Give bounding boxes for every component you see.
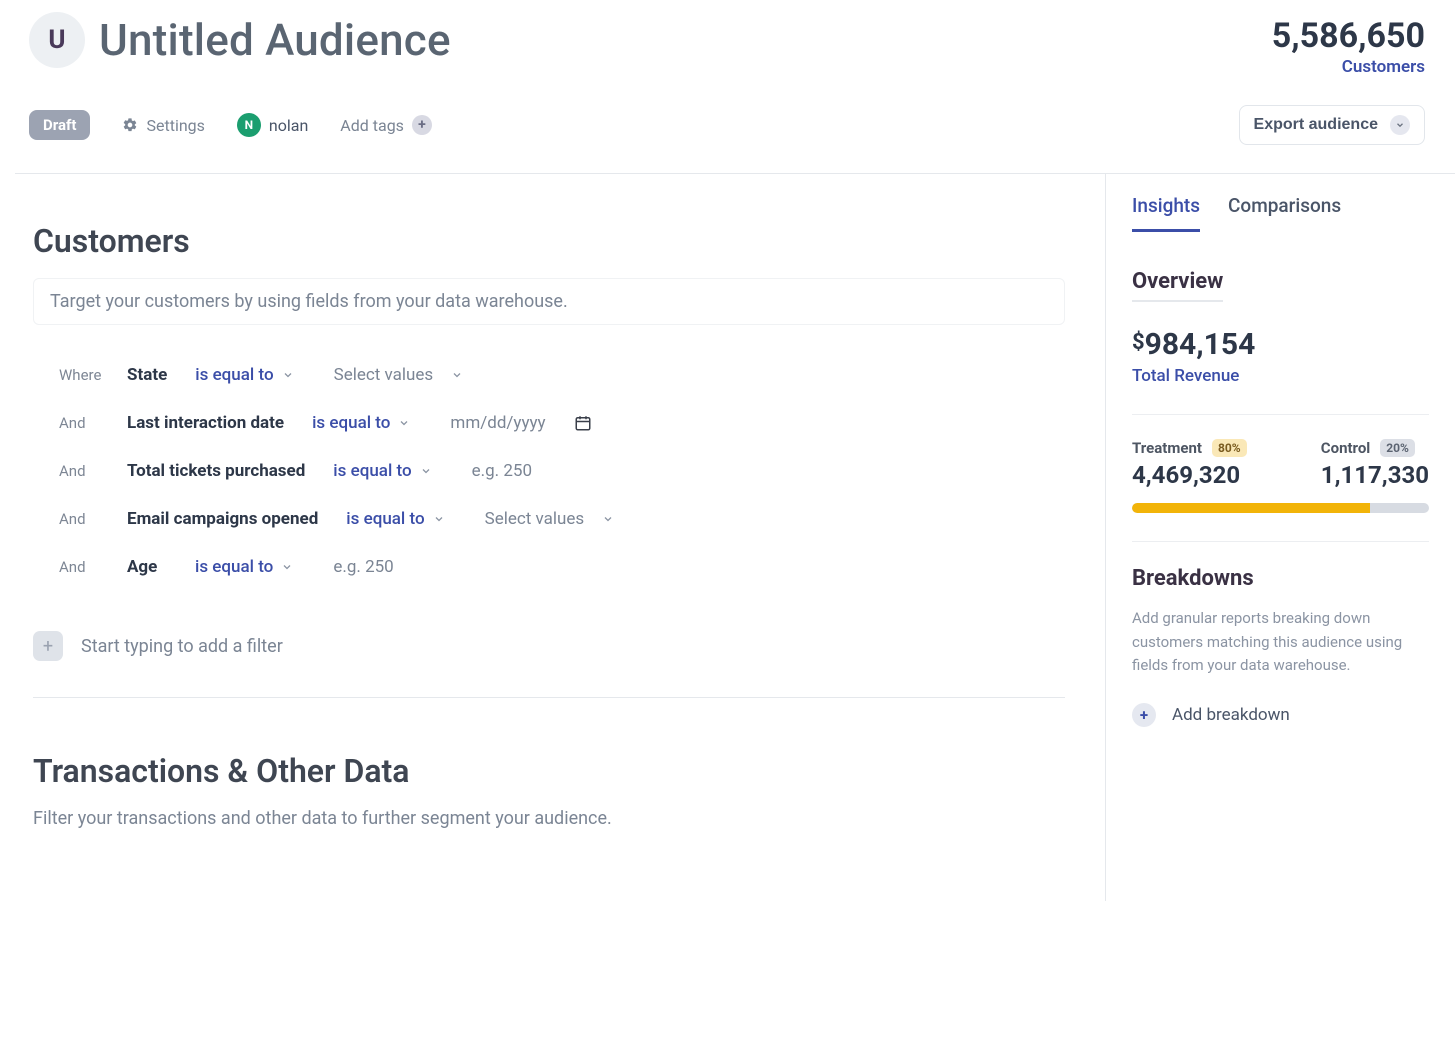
gear-icon bbox=[122, 117, 138, 133]
plus-icon: + bbox=[412, 115, 432, 135]
overview-heading: Overview bbox=[1132, 269, 1223, 302]
customers-section-title: Customers bbox=[33, 222, 1065, 260]
avatar: N bbox=[237, 113, 261, 137]
add-breakdown-label: Add breakdown bbox=[1172, 705, 1290, 725]
transactions-description: Filter your transactions and other data … bbox=[33, 808, 1065, 829]
filter-row: And Last interaction date is equal to mm/dd… bbox=[59, 399, 1065, 447]
divider bbox=[1132, 414, 1429, 415]
owner-name: nolan bbox=[269, 116, 308, 135]
filter-field[interactable]: Total tickets purchased bbox=[127, 461, 305, 481]
page-title: Untitled Audience bbox=[99, 14, 451, 66]
filter-row: And Email campaigns opened is equal to Sele… bbox=[59, 495, 1065, 543]
control-value: 1,117,330 bbox=[1321, 461, 1429, 489]
customers-description: Target your customers by using fields fr… bbox=[33, 278, 1065, 325]
control-pct-badge: 20% bbox=[1380, 439, 1415, 457]
filter-field[interactable]: Email campaigns opened bbox=[127, 509, 318, 529]
add-breakdown-button[interactable]: + Add breakdown bbox=[1132, 703, 1429, 727]
plus-icon: + bbox=[33, 631, 63, 661]
filter-row: Where State is equal to Select values bbox=[59, 351, 1065, 399]
transactions-section-title: Transactions & Other Data bbox=[33, 752, 1065, 790]
tab-comparisons[interactable]: Comparisons bbox=[1228, 194, 1341, 232]
filter-prefix: And bbox=[59, 414, 109, 432]
filter-operator-select[interactable]: is equal to bbox=[195, 365, 293, 385]
divider bbox=[33, 697, 1065, 698]
filter-field[interactable]: State bbox=[127, 365, 167, 385]
filter-date-input[interactable]: mm/dd/yyyy bbox=[450, 413, 545, 433]
filter-prefix: And bbox=[59, 558, 109, 576]
filter-operator-select[interactable]: is equal to bbox=[346, 509, 444, 529]
treatment-value: 4,469,320 bbox=[1132, 461, 1247, 489]
chevron-down-icon bbox=[1390, 115, 1410, 135]
filter-operator-select[interactable]: is equal to bbox=[333, 461, 431, 481]
draft-badge: Draft bbox=[29, 110, 90, 140]
customer-count-label: Customers bbox=[1272, 57, 1425, 77]
calendar-icon[interactable] bbox=[574, 414, 592, 432]
filter-value-input[interactable]: e.g. 250 bbox=[472, 461, 532, 481]
export-audience-button[interactable]: Export audience bbox=[1239, 105, 1425, 145]
tab-insights[interactable]: Insights bbox=[1132, 194, 1200, 232]
filter-row: And Age is equal to e.g. 250 bbox=[59, 543, 1065, 591]
settings-button[interactable]: Settings bbox=[122, 116, 204, 135]
owner-chip[interactable]: N nolan bbox=[237, 113, 308, 137]
split-progress-bar bbox=[1132, 503, 1429, 513]
filter-prefix: And bbox=[59, 462, 109, 480]
filter-prefix: And bbox=[59, 510, 109, 528]
total-revenue-label: Total Revenue bbox=[1132, 366, 1429, 386]
filter-operator-select[interactable]: is equal to bbox=[312, 413, 410, 433]
export-label: Export audience bbox=[1254, 116, 1378, 134]
treatment-pct-badge: 80% bbox=[1212, 439, 1247, 457]
add-filter-button[interactable]: + Start typing to add a filter bbox=[33, 619, 1065, 687]
plus-icon: + bbox=[1132, 703, 1156, 727]
breakdowns-description: Add granular reports breaking down custo… bbox=[1132, 607, 1429, 677]
filter-field[interactable]: Age bbox=[127, 557, 167, 577]
breakdowns-heading: Breakdowns bbox=[1132, 566, 1429, 591]
customer-count-value: 5,586,650 bbox=[1272, 18, 1425, 55]
filter-prefix: Where bbox=[59, 366, 109, 384]
treatment-label: Treatment bbox=[1132, 439, 1202, 457]
filter-value-input[interactable]: e.g. 250 bbox=[333, 557, 393, 577]
split-progress-fill bbox=[1132, 503, 1370, 513]
filter-operator-select[interactable]: is equal to bbox=[195, 557, 293, 577]
control-label: Control bbox=[1321, 439, 1370, 457]
add-tags-button[interactable]: Add tags + bbox=[340, 115, 432, 135]
total-revenue-value: $984,154 bbox=[1132, 330, 1429, 360]
audience-icon: U bbox=[29, 12, 85, 68]
filter-value-select[interactable]: Select values bbox=[485, 509, 615, 529]
add-filter-label: Start typing to add a filter bbox=[81, 636, 283, 657]
filter-value-select[interactable]: Select values bbox=[334, 365, 464, 385]
settings-label: Settings bbox=[146, 116, 204, 135]
filter-field[interactable]: Last interaction date bbox=[127, 413, 284, 433]
filter-row: And Total tickets purchased is equal to e.g… bbox=[59, 447, 1065, 495]
add-tags-label: Add tags bbox=[340, 116, 404, 135]
divider bbox=[1132, 541, 1429, 542]
